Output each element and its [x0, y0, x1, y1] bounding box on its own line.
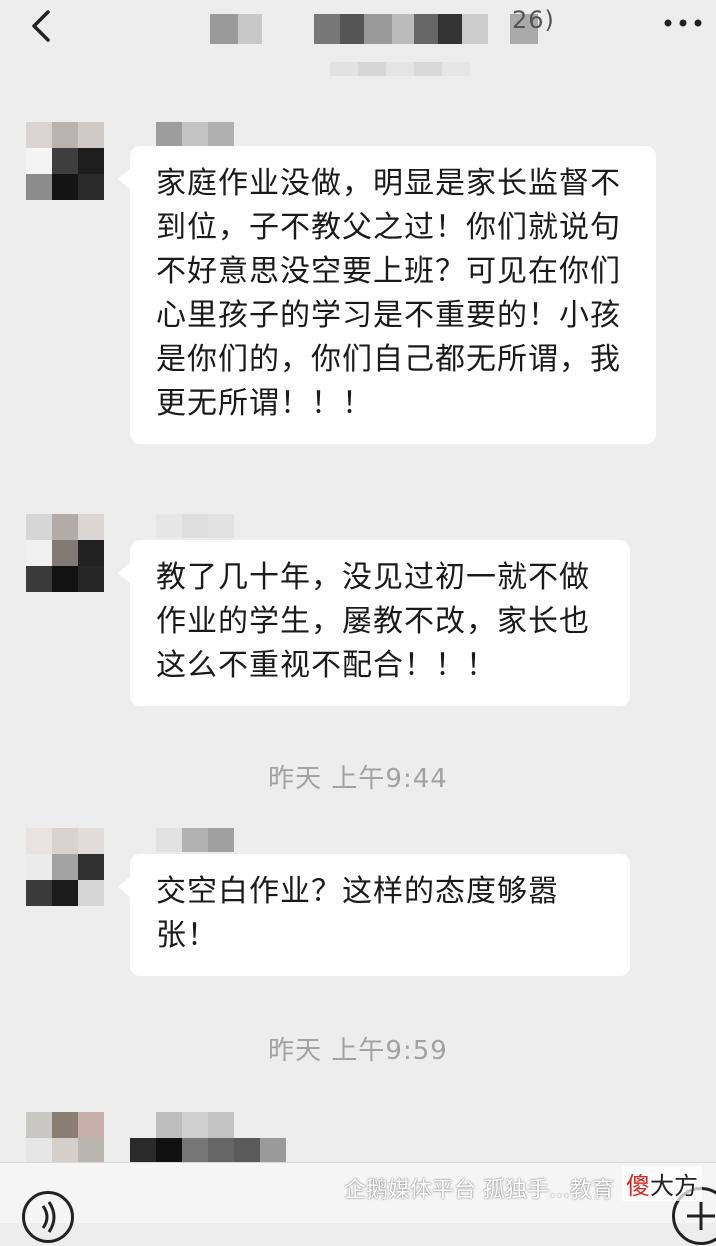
sender-name-blurred	[156, 122, 234, 146]
brand-watermark: 傻大方	[622, 1166, 702, 1201]
avatar[interactable]	[26, 828, 104, 906]
message-text: 家庭作业没做，明显是家长监督不到位，子不教父之过！你们就说句不好意思没空要上班？…	[156, 166, 621, 421]
message-text: 交空白作业？这样的态度够嚣张！	[156, 874, 559, 953]
message-timestamp: 昨天 上午9:59	[268, 1036, 448, 1066]
platform-watermark: 企鹅媒体平台 孤独手...教育	[344, 1178, 614, 1203]
chat-title-blurred	[210, 14, 538, 44]
message-bubble[interactable]: 家庭作业没做，明显是家长监督不到位，子不教父之过！你们就说句不好意思没空要上班？…	[118, 146, 656, 444]
message-timestamp: 昨天 上午9:44	[268, 764, 448, 794]
avatar[interactable]	[26, 122, 104, 200]
message-text: 教了几十年，没见过初一就不做作业的学生，屡教不改，家长也这么不重视不配合！！！	[156, 560, 590, 683]
sender-name-blurred	[130, 1112, 286, 1164]
back-arrow-icon[interactable]	[22, 6, 62, 46]
avatar[interactable]	[26, 1112, 104, 1164]
voice-input-icon[interactable]	[22, 1191, 74, 1243]
brand-watermark-red: 傻	[626, 1172, 650, 1200]
sender-name-blurred	[156, 828, 234, 852]
brand-watermark-rest: 大方	[650, 1172, 698, 1200]
message-bubble[interactable]: 交空白作业？这样的态度够嚣张！	[118, 854, 630, 976]
sender-name-blurred	[156, 514, 234, 538]
more-options-icon[interactable]	[660, 8, 706, 38]
blurred-system-line	[330, 62, 470, 76]
message-bubble[interactable]: 教了几十年，没见过初一就不做作业的学生，屡教不改，家长也这么不重视不配合！！！	[118, 540, 630, 706]
chat-title-member-count: 26)	[512, 6, 555, 34]
chat-header: 26)	[0, 0, 716, 62]
avatar[interactable]	[26, 514, 104, 592]
